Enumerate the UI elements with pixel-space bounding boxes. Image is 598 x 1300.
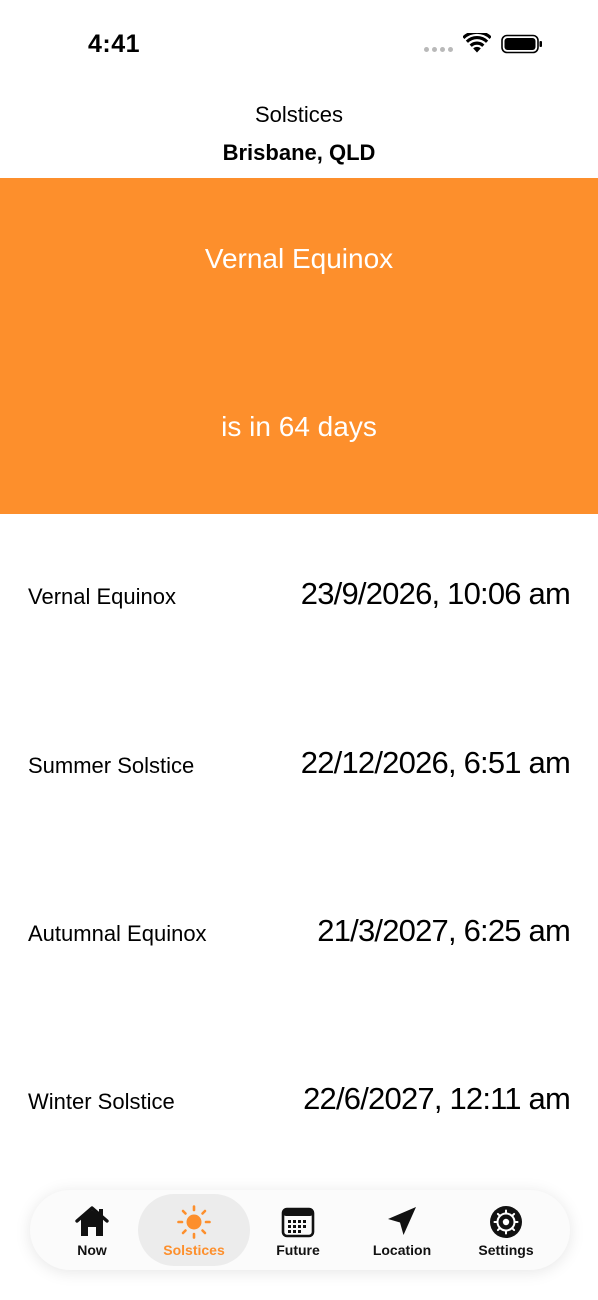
cellular-signal-icon (424, 47, 453, 52)
sun-icon (177, 1205, 211, 1239)
location-subtitle: Brisbane, QLD (222, 140, 376, 165)
event-row-winter-solstice: Winter Solstice 22/6/2027, 12:11 am (0, 1073, 598, 1133)
countdown-banner: Vernal Equinox is in 64 days (0, 178, 598, 514)
banner-countdown-text: is in 64 days (221, 411, 377, 442)
gear-icon (490, 1206, 522, 1238)
tab-label-future: Future (276, 1242, 320, 1258)
tab-solstices[interactable]: Solstices (138, 1194, 250, 1266)
tab-bar: Now Solstices Future Location Settings (30, 1190, 570, 1270)
tab-label-solstices: Solstices (163, 1242, 225, 1258)
tab-settings[interactable]: Settings (450, 1194, 562, 1266)
calendar-icon (281, 1207, 315, 1238)
tab-future[interactable]: Future (242, 1194, 354, 1266)
event-name: Summer Solstice (28, 753, 195, 778)
page-title: Solstices (254, 102, 344, 127)
location-arrow-icon (388, 1207, 416, 1235)
event-name: Winter Solstice (28, 1089, 175, 1114)
navigation-header: Solstices Brisbane, QLD (0, 96, 598, 172)
status-time: 4:41 (88, 30, 141, 58)
tab-label-settings: Settings (478, 1242, 534, 1258)
event-row-autumnal-equinox: Autumnal Equinox 21/3/2027, 6:25 am (0, 905, 598, 965)
wifi-icon (463, 33, 491, 53)
event-date: 21/3/2027, 6:25 am (317, 913, 571, 948)
screen: 4:41 Solstices Brisbane, QLD Vernal Equi… (0, 0, 598, 1300)
banner-event-name: Vernal Equinox (204, 243, 394, 274)
status-bar: 4:41 (0, 0, 598, 90)
event-row-summer-solstice: Summer Solstice 22/12/2026, 6:51 am (0, 737, 598, 797)
battery-icon (501, 34, 542, 54)
event-name: Autumnal Equinox (28, 921, 207, 946)
tab-location[interactable]: Location (346, 1194, 458, 1266)
event-row-vernal-equinox: Vernal Equinox 23/9/2026, 10:06 am (0, 568, 598, 628)
event-date: 22/6/2027, 12:11 am (303, 1081, 571, 1116)
event-date: 22/12/2026, 6:51 am (300, 745, 571, 780)
event-name: Vernal Equinox (28, 584, 176, 609)
tab-label-location: Location (372, 1242, 432, 1258)
event-date: 23/9/2026, 10:06 am (300, 576, 571, 611)
tab-label-now: Now (77, 1242, 107, 1258)
house-icon (75, 1206, 109, 1236)
tab-now[interactable]: Now (36, 1194, 148, 1266)
